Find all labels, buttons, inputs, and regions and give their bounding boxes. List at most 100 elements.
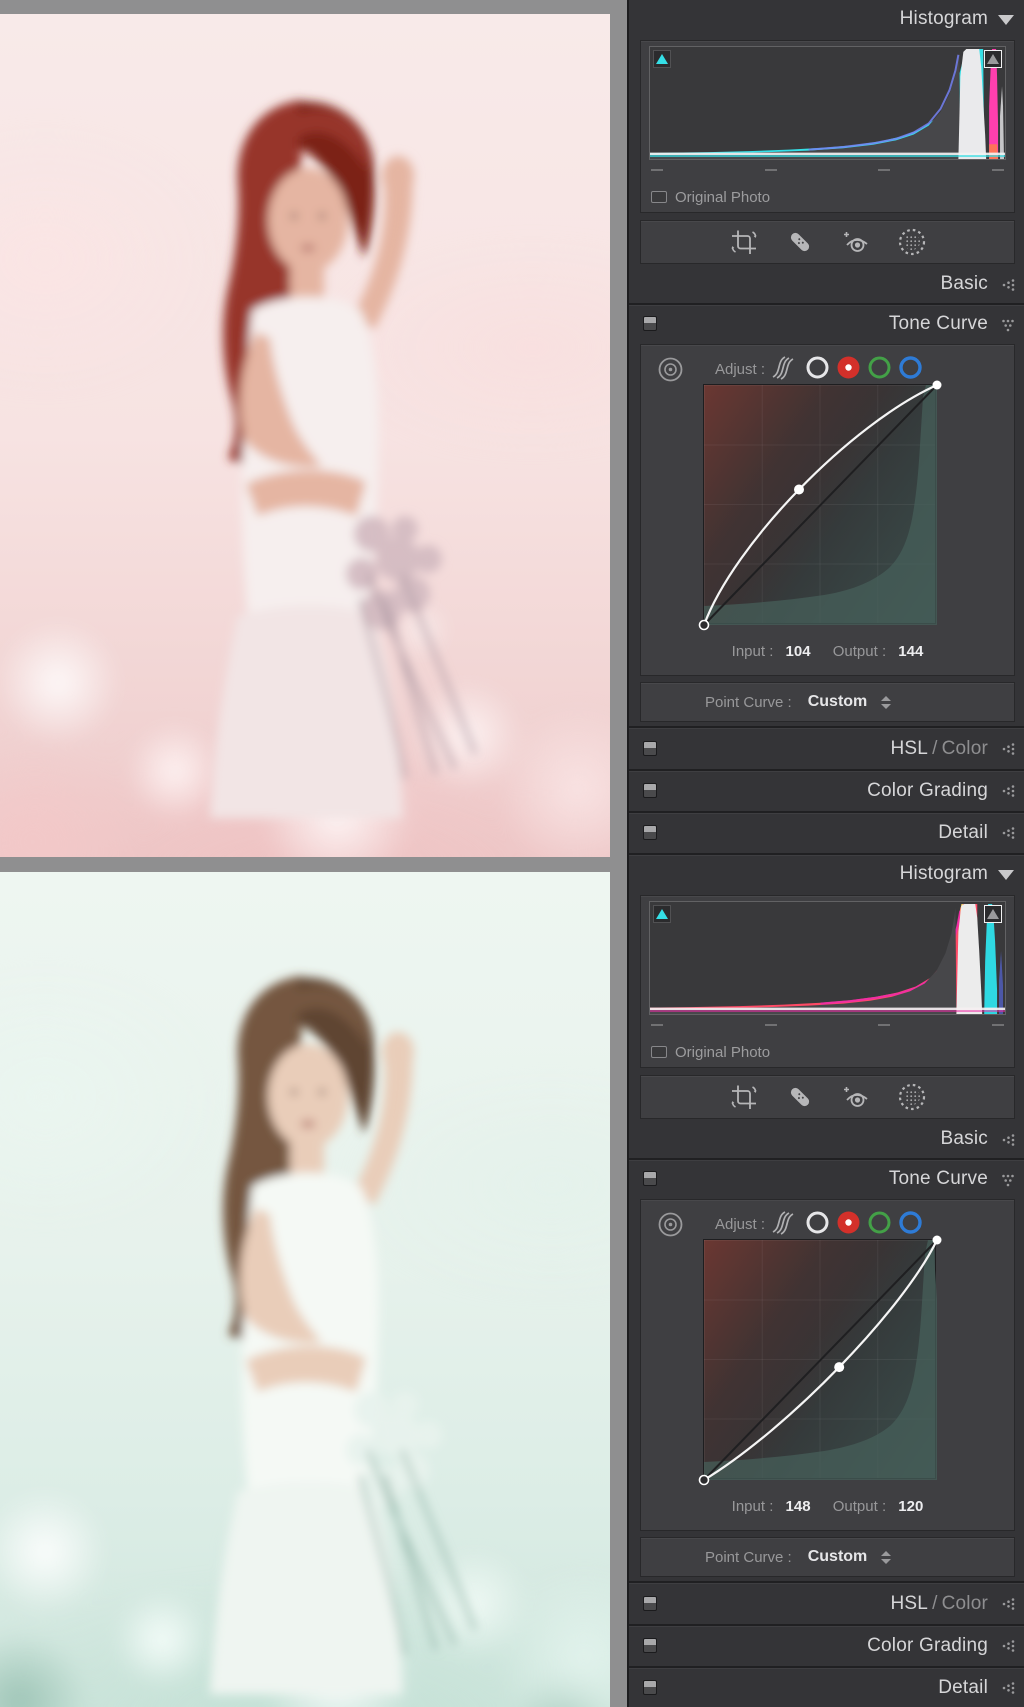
input-value: 104 bbox=[785, 643, 811, 660]
curve-shadow-endpoint[interactable] bbox=[698, 1474, 710, 1486]
histogram-panel-header[interactable]: Histogram bbox=[629, 855, 1024, 893]
histogram-graph[interactable] bbox=[649, 46, 1006, 160]
tone-curve-title: Tone Curve bbox=[888, 1168, 988, 1189]
tone-curve-graph[interactable] bbox=[698, 1235, 942, 1486]
shadow-clipping-indicator[interactable] bbox=[653, 50, 671, 68]
collapse-dots-icon[interactable] bbox=[1001, 1173, 1015, 1187]
point-curve-value[interactable]: Custom bbox=[808, 1548, 868, 1566]
collapse-dots-icon[interactable] bbox=[1001, 318, 1015, 332]
expand-dots-icon[interactable] bbox=[1001, 1597, 1015, 1611]
histogram-chart bbox=[650, 48, 1005, 159]
panel-toggle-switch[interactable] bbox=[643, 825, 657, 840]
panel-toggle-switch[interactable] bbox=[643, 1596, 657, 1611]
detail-panel-header[interactable]: Detail bbox=[629, 814, 1024, 852]
tone-curve-graph[interactable] bbox=[698, 380, 942, 631]
crop-tool-icon[interactable] bbox=[729, 227, 759, 257]
highlight-clipping-indicator[interactable] bbox=[984, 50, 1002, 68]
photo-teal-tint bbox=[0, 872, 610, 1707]
parametric-curve-icon[interactable] bbox=[767, 353, 799, 381]
panel-separator bbox=[629, 1581, 1024, 1584]
red-channel-icon[interactable] bbox=[836, 1210, 861, 1235]
original-photo-row[interactable]: Original Photo bbox=[651, 1040, 770, 1064]
histogram-panel-header[interactable]: Histogram bbox=[629, 0, 1024, 38]
photo-canvas bbox=[0, 0, 627, 1707]
panel-toggle-switch[interactable] bbox=[643, 1638, 657, 1653]
blue-channel-icon[interactable] bbox=[898, 355, 923, 380]
curve-control-point[interactable] bbox=[794, 484, 804, 495]
expand-dots-icon[interactable] bbox=[1001, 784, 1015, 798]
color-grading-panel-header[interactable]: Color Grading bbox=[629, 772, 1024, 810]
parametric-curve-icon[interactable] bbox=[767, 1208, 799, 1236]
point-curve-channel-icon[interactable] bbox=[805, 1210, 830, 1235]
expand-dots-icon[interactable] bbox=[1001, 278, 1015, 292]
expand-dots-icon[interactable] bbox=[1001, 826, 1015, 840]
original-photo-label: Original Photo bbox=[675, 1043, 771, 1061]
curve-shadow-endpoint[interactable] bbox=[698, 619, 710, 631]
histogram-ticks bbox=[651, 1024, 1004, 1026]
detail-title: Detail bbox=[938, 1677, 988, 1698]
point-curve-value[interactable]: Custom bbox=[808, 693, 868, 711]
hsl-color-title: HSL / Color bbox=[890, 738, 988, 759]
curve-io-readout: Input : 104 Output : 144 bbox=[641, 643, 1014, 660]
original-photo-checkbox[interactable] bbox=[651, 1046, 667, 1058]
histogram-box: Original Photo bbox=[640, 40, 1015, 213]
red-eye-tool-icon[interactable] bbox=[841, 1082, 871, 1112]
point-curve-row: Point Curve : Custom bbox=[640, 682, 1015, 722]
blue-channel-icon[interactable] bbox=[898, 1210, 923, 1235]
highlight-clipping-indicator[interactable] bbox=[984, 905, 1002, 923]
detail-panel-header[interactable]: Detail bbox=[629, 1669, 1024, 1707]
histogram-graph[interactable] bbox=[649, 901, 1006, 1015]
masking-tool-icon[interactable] bbox=[897, 1082, 927, 1112]
original-photo-row[interactable]: Original Photo bbox=[651, 185, 770, 209]
panel-toggle-switch[interactable] bbox=[643, 316, 657, 331]
expand-dots-icon[interactable] bbox=[1001, 1133, 1015, 1147]
shadow-clipping-indicator[interactable] bbox=[653, 905, 671, 923]
panel-separator bbox=[629, 726, 1024, 729]
expand-dots-icon[interactable] bbox=[1001, 1639, 1015, 1653]
basic-panel-header[interactable]: Basic bbox=[629, 266, 1024, 302]
panel-section-teal-edit: Histogram Original Photo Basic Tone Curv… bbox=[629, 855, 1024, 1707]
color-grading-title: Color Grading bbox=[867, 780, 988, 801]
original-photo-checkbox[interactable] bbox=[651, 191, 667, 203]
red-channel-icon[interactable] bbox=[836, 355, 861, 380]
tone-curve-panel-header[interactable]: Tone Curve bbox=[629, 1161, 1024, 1197]
hsl-color-panel-header[interactable]: HSL / Color bbox=[629, 730, 1024, 768]
point-curve-stepper[interactable] bbox=[881, 1550, 892, 1564]
point-curve-label: Point Curve : bbox=[705, 1548, 792, 1566]
targeted-adjustment-icon[interactable] bbox=[657, 356, 684, 383]
tone-curve-editor[interactable] bbox=[698, 380, 942, 631]
color-grading-title: Color Grading bbox=[867, 1635, 988, 1656]
healing-brush-tool-icon[interactable] bbox=[785, 227, 815, 257]
panel-toggle-switch[interactable] bbox=[643, 1680, 657, 1695]
tone-curve-editor[interactable] bbox=[698, 1235, 942, 1486]
basic-panel-header[interactable]: Basic bbox=[629, 1121, 1024, 1157]
curve-highlight-endpoint[interactable] bbox=[932, 1235, 942, 1245]
green-channel-icon[interactable] bbox=[867, 355, 892, 380]
hsl-color-panel-header[interactable]: HSL / Color bbox=[629, 1585, 1024, 1623]
crop-tool-icon[interactable] bbox=[729, 1082, 759, 1112]
panel-toggle-switch[interactable] bbox=[643, 783, 657, 798]
masking-tool-icon[interactable] bbox=[897, 227, 927, 257]
green-channel-icon[interactable] bbox=[867, 1210, 892, 1235]
point-curve-channel-icon[interactable] bbox=[805, 355, 830, 380]
collapse-triangle-icon[interactable] bbox=[998, 15, 1014, 25]
panel-toggle-switch[interactable] bbox=[643, 1171, 657, 1186]
panel-section-red-edit: Histogram Original Photo Basic Tone Curv… bbox=[629, 0, 1024, 856]
targeted-adjustment-icon[interactable] bbox=[657, 1211, 684, 1238]
point-curve-stepper[interactable] bbox=[881, 695, 892, 709]
highlight-clip-triangle-icon bbox=[987, 909, 999, 919]
curve-io-readout: Input : 148 Output : 120 bbox=[641, 1498, 1014, 1515]
red-eye-tool-icon[interactable] bbox=[841, 227, 871, 257]
collapse-triangle-icon[interactable] bbox=[998, 870, 1014, 880]
tone-curve-panel-header[interactable]: Tone Curve bbox=[629, 306, 1024, 342]
curve-control-point[interactable] bbox=[834, 1362, 845, 1373]
curve-highlight-endpoint[interactable] bbox=[932, 380, 942, 390]
healing-brush-tool-icon[interactable] bbox=[785, 1082, 815, 1112]
expand-dots-icon[interactable] bbox=[1001, 742, 1015, 756]
hsl-color-title: HSL / Color bbox=[890, 1593, 988, 1614]
panel-toggle-switch[interactable] bbox=[643, 741, 657, 756]
portrait-figure bbox=[0, 14, 610, 854]
expand-dots-icon[interactable] bbox=[1001, 1681, 1015, 1695]
point-curve-row: Point Curve : Custom bbox=[640, 1537, 1015, 1577]
color-grading-panel-header[interactable]: Color Grading bbox=[629, 1627, 1024, 1665]
